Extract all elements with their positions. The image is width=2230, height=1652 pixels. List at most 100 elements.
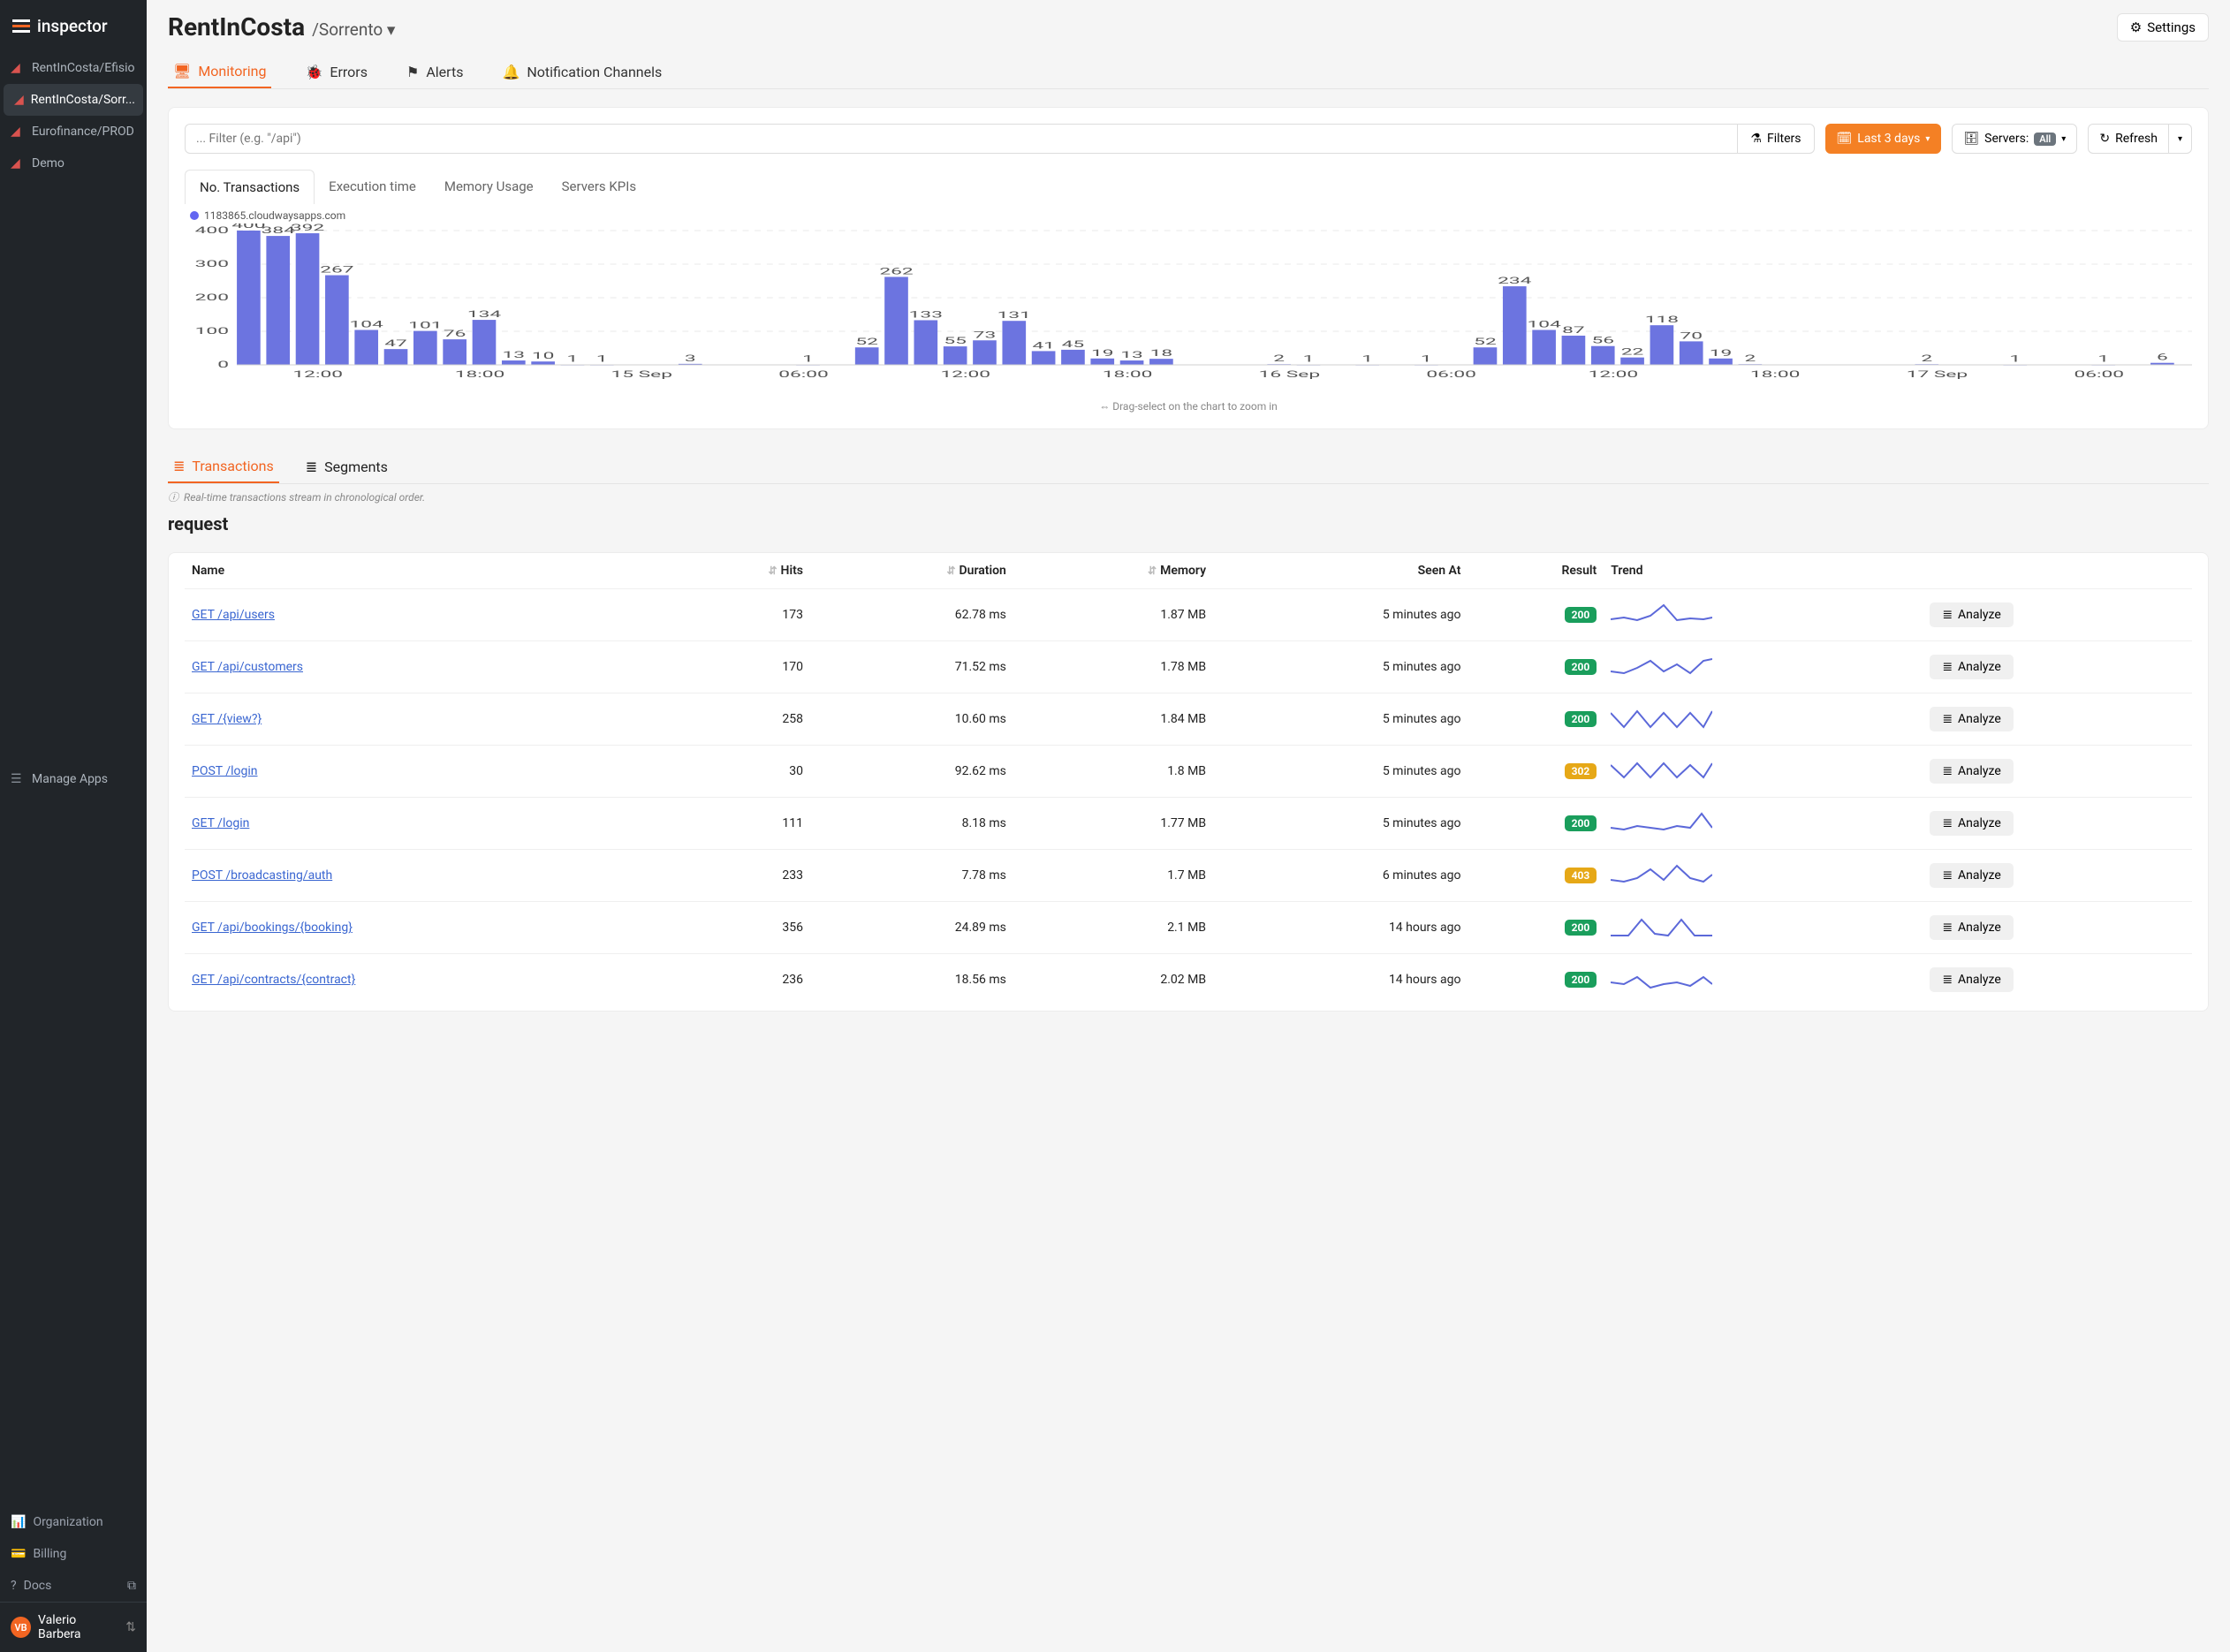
svg-text:18: 18 [1150,349,1173,359]
sidebar-app-item[interactable]: ◢RentInCosta/Sorr... [4,84,143,116]
bar-chart[interactable]: 0100200300400400384392267104471017613413… [185,224,2192,391]
bars-icon: ≣ [1942,712,1953,726]
transaction-link[interactable]: GET /api/users [192,608,275,622]
settings-button[interactable]: ⚙ Settings [2117,13,2209,42]
refresh-options-button[interactable]: ▾ [2169,124,2192,154]
column-header[interactable]: Duration [810,553,1013,589]
hits-cell: 173 [675,589,810,641]
main-tab-errors[interactable]: 🐞Errors [300,56,373,88]
sidebar-app-item[interactable]: ◢Eurofinance/PROD [0,116,147,148]
analyze-button[interactable]: ≣Analyze [1930,602,2014,627]
analyze-button[interactable]: ≣Analyze [1930,967,2014,992]
svg-text:10: 10 [532,352,555,361]
docs-icon: ? [11,1579,17,1593]
bars-icon: ≣ [306,458,317,475]
svg-text:55: 55 [944,337,967,346]
section-tab-label: Transactions [192,458,273,474]
hits-cell: 356 [675,902,810,954]
section-tab-transactions[interactable]: ≣Transactions [168,451,279,483]
transaction-link[interactable]: GET /api/customers [192,660,303,674]
manage-apps-link[interactable]: ☰ Manage Apps [0,763,147,795]
sparkline [1611,860,1712,887]
sidebar-app-item[interactable]: ◢RentInCosta/Efisio [0,52,147,84]
logo[interactable]: inspector [0,0,147,52]
transaction-link[interactable]: POST /login [192,764,258,778]
svg-text:118: 118 [1645,315,1679,325]
analyze-button[interactable]: ≣Analyze [1930,811,2014,836]
main-tab-monitoring[interactable]: 🖥Monitoring [168,56,271,88]
chart-tab[interactable]: Execution time [315,170,430,204]
filter-input[interactable] [185,124,1738,154]
bars-icon: ≣ [1942,973,1953,987]
tab-label: Errors [330,64,368,80]
section-tab-segments[interactable]: ≣Segments [300,451,393,483]
duration-cell: 92.62 ms [810,746,1013,798]
svg-text:1: 1 [1421,354,1432,364]
svg-text:0: 0 [217,360,229,369]
transactions-table-card: NameHitsDurationMemorySeen AtResultTrend… [168,552,2209,1012]
svg-text:73: 73 [974,330,997,340]
page-title: RentInCosta /Sorrento ▾ [168,12,395,42]
svg-text:06:00: 06:00 [778,369,829,379]
transaction-link[interactable]: GET /api/bookings/{booking} [192,921,353,935]
refresh-label: Refresh [2115,132,2158,146]
main-tab-notification-channels[interactable]: 🔔Notification Channels [497,56,667,88]
analyze-button[interactable]: ≣Analyze [1930,759,2014,784]
sidebar-footer-item-billing[interactable]: 💳Billing [0,1538,147,1570]
sidebar-footer-item-org[interactable]: 📊Organization [0,1506,147,1538]
filter-icon: ⚗ [1750,132,1762,146]
servers-dropdown[interactable]: 🗄 Servers: All ▾ [1952,124,2077,154]
trend-cell [1604,850,1923,902]
analyze-button[interactable]: ≣Analyze [1930,915,2014,940]
laravel-icon: ◢ [11,156,25,171]
chart-legend: 1183865.cloudwaysapps.com [185,204,2192,224]
trend-cell [1604,693,1923,746]
analyze-label: Analyze [1958,868,2001,883]
sidebar-footer-item-docs[interactable]: ?Docs⧉ [0,1570,147,1602]
chart-tab[interactable]: No. Transactions [185,170,315,204]
chart-tabs: No. TransactionsExecution timeMemory Usa… [185,170,2192,204]
column-header: Name [185,553,675,589]
transaction-link[interactable]: GET /login [192,816,249,830]
main-tab-alerts[interactable]: ⚑Alerts [401,56,468,88]
column-header [1923,553,2192,589]
svg-text:41: 41 [1032,341,1055,351]
refresh-button[interactable]: ↻ Refresh [2088,124,2169,154]
timerange-dropdown[interactable]: 🗓 Last 3 days ▾ [1825,124,1942,154]
analyze-button[interactable]: ≣Analyze [1930,707,2014,731]
table-row: POST /broadcasting/auth 233 7.78 ms 1.7 … [185,850,2192,902]
sparkline [1611,600,1712,626]
duration-cell: 7.78 ms [810,850,1013,902]
seen-cell: 5 minutes ago [1213,641,1468,693]
svg-text:19: 19 [1091,348,1114,358]
status-badge: 200 [1565,920,1597,936]
sort-icon [946,564,959,578]
column-header[interactable]: Memory [1013,553,1213,589]
table-header-row: NameHitsDurationMemorySeen AtResultTrend [185,553,2192,589]
transaction-link[interactable]: POST /broadcasting/auth [192,868,332,883]
tab-label: Alerts [426,64,463,80]
list-icon: ☰ [11,772,25,786]
svg-text:87: 87 [1562,325,1585,335]
gear-icon: ⚙ [2130,19,2142,35]
duration-cell: 18.56 ms [810,954,1013,1006]
filters-button[interactable]: ⚗ Filters [1738,124,1814,154]
timerange-label: Last 3 days [1857,132,1920,146]
analyze-button[interactable]: ≣Analyze [1930,863,2014,888]
chart-tab[interactable]: Servers KPIs [548,170,650,204]
table-row: POST /login 30 92.62 ms 1.8 MB 5 minutes… [185,746,2192,798]
chart-tab[interactable]: Memory Usage [430,170,548,204]
analyze-label: Analyze [1958,921,2001,935]
status-badge: 200 [1565,815,1597,831]
transaction-link[interactable]: GET /api/contracts/{contract} [192,973,355,987]
transaction-link[interactable]: GET /{view?} [192,712,262,726]
sidebar-app-item[interactable]: ◢Demo [0,148,147,179]
user-menu[interactable]: VB Valerio Barbera ⇅ [0,1602,147,1652]
analyze-label: Analyze [1958,608,2001,622]
svg-text:06:00: 06:00 [2074,369,2124,379]
legend-label: 1183865.cloudwaysapps.com [204,209,345,222]
analyze-button[interactable]: ≣Analyze [1930,655,2014,679]
filters-label: Filters [1767,132,1801,146]
project-subtitle-dropdown[interactable]: /Sorrento ▾ [312,19,395,40]
column-header[interactable]: Hits [675,553,810,589]
